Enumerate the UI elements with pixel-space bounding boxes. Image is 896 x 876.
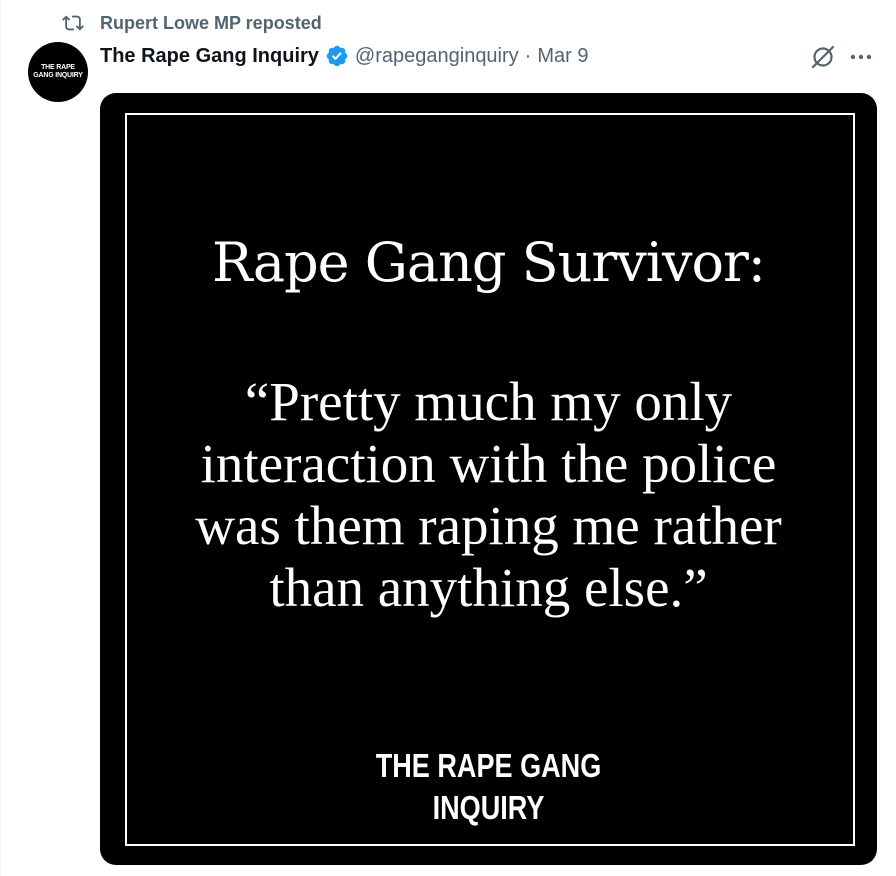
- image-brand-line2: INQUIRY: [432, 789, 545, 826]
- image-title: Rape Gang Survivor:: [211, 231, 766, 294]
- repost-icon: [62, 15, 84, 31]
- user-handle[interactable]: @rapeganginquiry: [355, 45, 519, 68]
- repost-label: Rupert Lowe MP reposted: [100, 12, 322, 33]
- display-name[interactable]: The Rape Gang Inquiry: [100, 45, 319, 68]
- avatar-text: THE RAPE GANG INQUIRY: [33, 64, 83, 79]
- image-quote: “Pretty much my only interaction with th…: [195, 371, 782, 618]
- repost-context[interactable]: Rupert Lowe MP reposted: [62, 10, 322, 36]
- separator-dot: ·: [524, 44, 532, 67]
- image-brand: THE RAPE GANG INQUIRY: [170, 745, 807, 829]
- post-image[interactable]: Rape Gang Survivor: “Pretty much my only…: [100, 93, 877, 865]
- post-header: The Rape Gang Inquiry @rapeganginquiry ·…: [100, 40, 588, 72]
- verified-badge-icon[interactable]: [325, 44, 349, 68]
- avatar[interactable]: THE RAPE GANG INQUIRY: [28, 42, 88, 102]
- post-date[interactable]: Mar 9: [537, 45, 588, 68]
- more-icon[interactable]: [848, 46, 874, 68]
- timeline-border: [0, 0, 1, 876]
- image-brand-line1: THE RAPE GANG: [375, 747, 602, 784]
- grok-icon[interactable]: [810, 44, 836, 70]
